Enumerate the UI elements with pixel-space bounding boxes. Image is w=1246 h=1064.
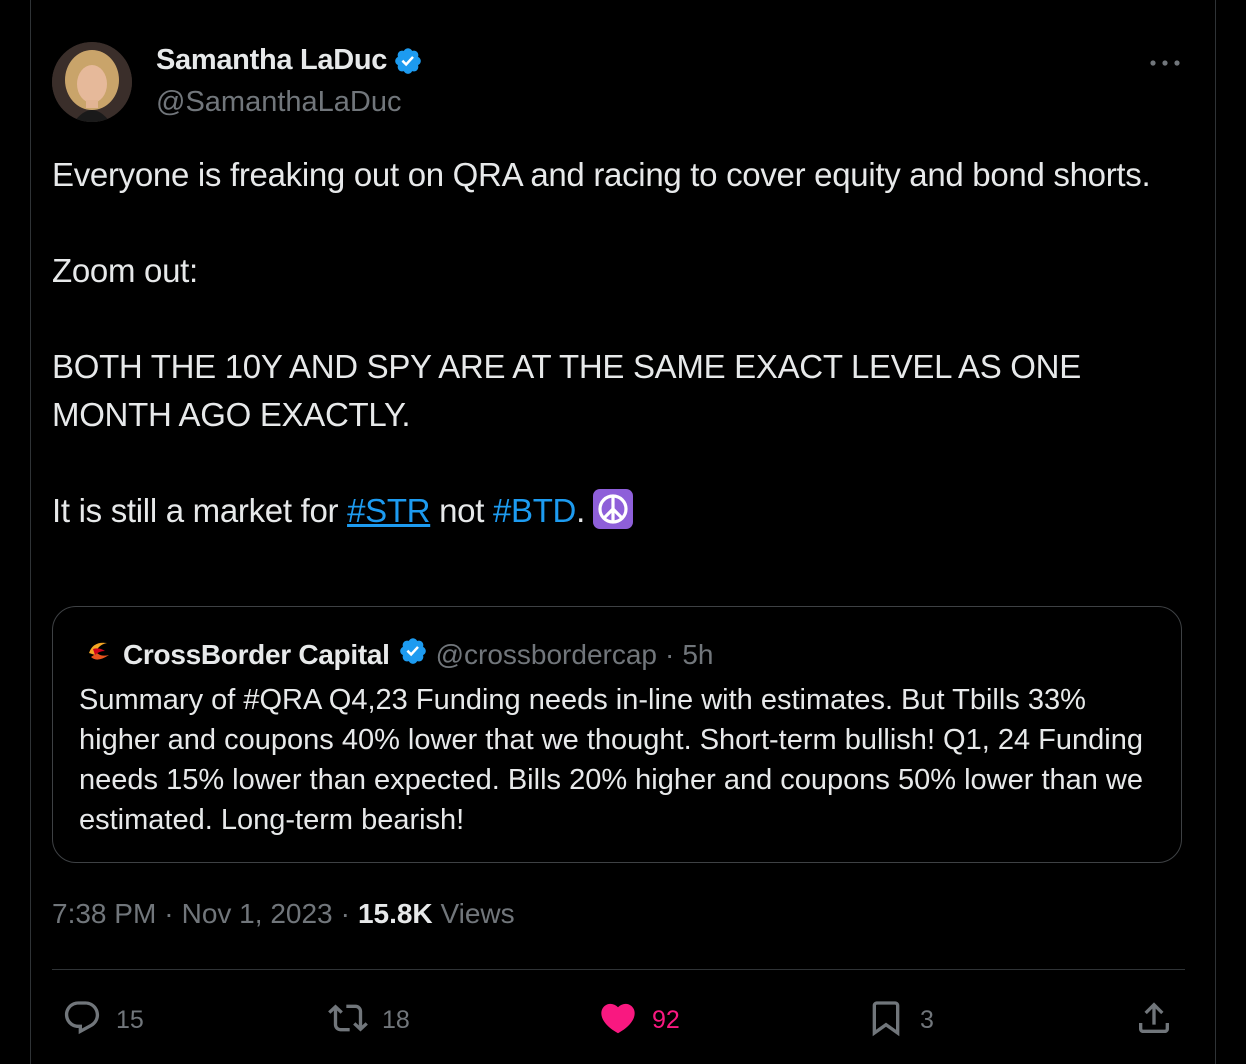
- tweet-meta: 7:38 PM · Nov 1, 2023 · 15.8K Views: [52, 898, 515, 930]
- views-count: 15.8K: [357, 898, 433, 929]
- like-count: 92: [652, 1006, 680, 1034]
- tweet-time[interactable]: 7:38 PM: [52, 898, 156, 930]
- separator-dot: ·: [340, 898, 350, 929]
- bookmark-count: 3: [920, 1006, 934, 1034]
- tweet-text-segment: It is still a market for: [52, 492, 348, 529]
- ellipsis-icon: [1150, 60, 1180, 66]
- tweet-paragraph-4: It is still a market for #STR not #BTD.: [52, 487, 1162, 535]
- quoted-tweet-time[interactable]: 5h: [682, 639, 713, 671]
- tweet-paragraph-2: Zoom out:: [52, 252, 198, 289]
- repost-count: 18: [382, 1006, 410, 1034]
- share-button[interactable]: [1134, 998, 1174, 1043]
- hashtag-link-btd[interactable]: #BTD: [493, 492, 576, 529]
- tweet-paragraph-1: Everyone is freaking out on QRA and raci…: [52, 156, 1151, 193]
- verified-badge-icon: [393, 46, 423, 76]
- tweet-text-segment: not: [430, 492, 493, 529]
- author-handle[interactable]: @SamanthaLaDuc: [156, 86, 401, 119]
- repost-icon: [328, 998, 368, 1043]
- quoted-author-name[interactable]: CrossBorder Capital: [123, 639, 390, 671]
- separator-dot: ·: [164, 898, 174, 929]
- tweet-text-segment: .: [576, 492, 585, 529]
- reply-icon: [62, 998, 102, 1043]
- repost-button[interactable]: 18: [328, 998, 410, 1043]
- peace-symbol-icon: [592, 489, 633, 529]
- share-icon: [1134, 998, 1174, 1043]
- crossborder-logo-icon: [83, 635, 115, 674]
- quoted-author-handle[interactable]: @crossbordercap: [436, 639, 657, 671]
- like-button[interactable]: 92: [598, 998, 680, 1043]
- action-bar: 15 18 92 3: [52, 990, 1185, 1050]
- separator-dot: ·: [665, 638, 675, 670]
- reply-count: 15: [116, 1006, 144, 1034]
- divider: [52, 969, 1185, 970]
- quoted-tweet-text: Summary of #QRA Q4,23 Funding needs in-l…: [79, 684, 1144, 836]
- more-options-button[interactable]: [1145, 46, 1185, 80]
- bookmark-button[interactable]: 3: [866, 998, 934, 1043]
- quoted-tweet[interactable]: CrossBorder Capital @crossbordercap · 5h…: [52, 606, 1182, 863]
- tweet-date[interactable]: Nov 1, 2023: [182, 898, 333, 930]
- heart-filled-icon: [598, 998, 638, 1043]
- quoted-tweet-header: CrossBorder Capital @crossbordercap · 5h: [83, 635, 713, 674]
- right-border: [1215, 0, 1216, 1064]
- views[interactable]: 15.8K Views: [358, 898, 515, 930]
- author-avatar[interactable]: [52, 42, 132, 122]
- author-name-row[interactable]: Samantha LaDuc: [156, 44, 423, 77]
- bookmark-icon: [866, 998, 906, 1043]
- tweet-paragraph-3: BOTH THE 10Y AND SPY ARE AT THE SAME EXA…: [52, 348, 1081, 433]
- verified-badge-icon: [398, 636, 428, 673]
- views-label: Views: [440, 898, 515, 929]
- author-name[interactable]: Samantha LaDuc: [156, 44, 387, 77]
- tweet: Samantha LaDuc @SamanthaLaDuc Everyone i…: [52, 0, 1185, 1064]
- hashtag-link-str[interactable]: #STR: [347, 492, 430, 529]
- tweet-text: Everyone is freaking out on QRA and raci…: [52, 151, 1162, 535]
- left-border: [30, 0, 31, 1064]
- reply-button[interactable]: 15: [62, 998, 144, 1043]
